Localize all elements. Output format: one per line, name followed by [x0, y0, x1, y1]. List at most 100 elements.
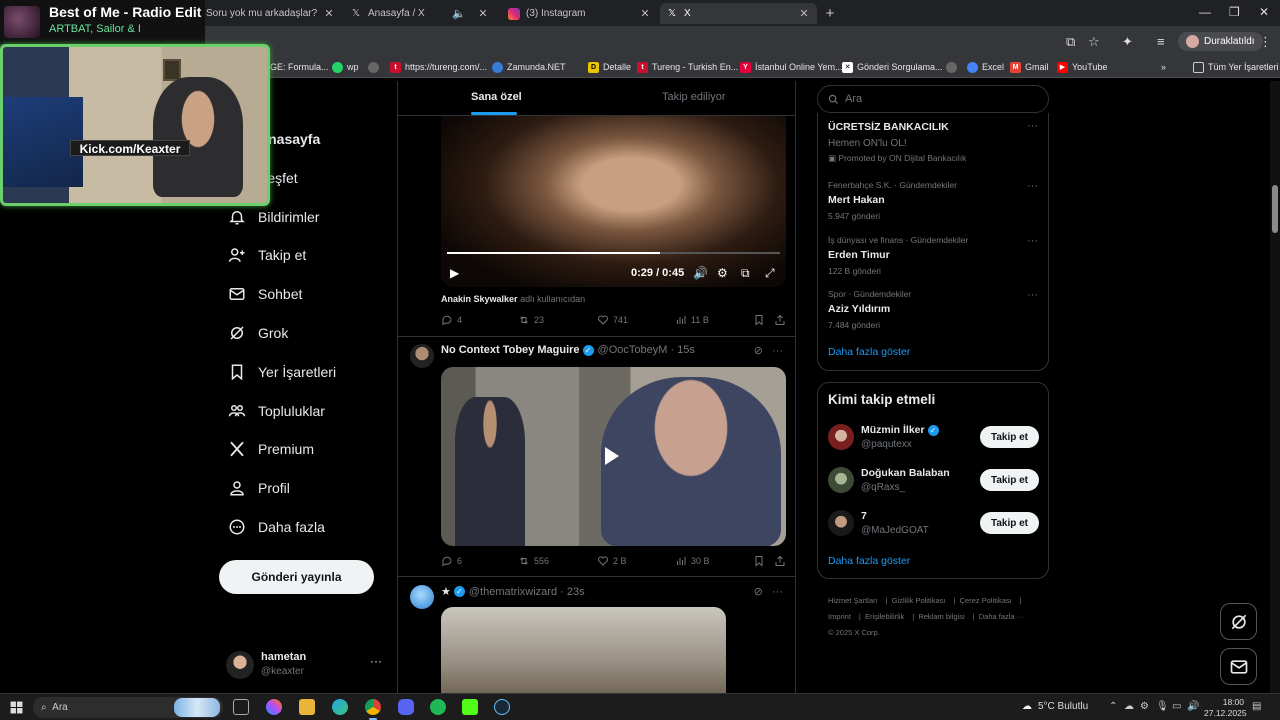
nav-follow[interactable]: Takip et [228, 243, 306, 267]
close-icon[interactable]: ✕ [476, 7, 490, 20]
speaker-icon[interactable]: 🔈 [452, 7, 466, 20]
bookmark-item[interactable] [368, 60, 383, 74]
copilot-icon[interactable] [266, 699, 282, 715]
tab-following[interactable]: Takip ediliyor [662, 91, 726, 103]
bookmark-item[interactable]: Y İstanbul Online Yem... [740, 60, 843, 74]
footer-link[interactable]: Gizlilik Politikası [892, 596, 946, 605]
page-scrollbar[interactable] [1270, 81, 1280, 693]
like-button[interactable]: 2 B [597, 555, 627, 567]
bookmark-item[interactable]: t https://tureng.com/... [390, 60, 487, 74]
more-icon[interactable]: ··· [772, 345, 783, 357]
weather-widget[interactable]: ☁ 5°C Bulutlu [1022, 701, 1088, 712]
close-icon[interactable]: ✕ [638, 7, 652, 20]
video-source[interactable]: Anakin Skywalker adlı kullanıcıdan [441, 294, 585, 304]
trend-item[interactable]: Spor · Gündemdekiler Aziz Yıldırım 7.484… [828, 289, 1038, 330]
reply-button[interactable]: 6 [441, 555, 462, 567]
share-button[interactable] [774, 555, 790, 567]
all-bookmarks[interactable]: Tüm Yer İşaretleri [1193, 60, 1279, 74]
reply-button[interactable]: 4 [441, 314, 462, 326]
install-app-icon[interactable]: ⧉ [1066, 34, 1075, 50]
footer-link[interactable]: Daha fazla ··· [979, 612, 1024, 621]
file-explorer-icon[interactable] [299, 699, 315, 715]
volume-icon[interactable]: 🔊 [1187, 701, 1199, 712]
nav-premium[interactable]: Premium [228, 437, 314, 461]
tab-kick[interactable]: Soru yok mu arkadaşlar? | Çağrı ✕ [200, 3, 342, 24]
bookmarks-overflow-icon[interactable]: » [1161, 60, 1166, 74]
footer-link[interactable]: Erişilebilirlik [865, 612, 904, 621]
nav-bookmarks[interactable]: Yer İşaretleri [228, 360, 336, 384]
bookmark-item[interactable]: wp [332, 60, 359, 74]
more-icon[interactable]: ··· [1027, 120, 1038, 132]
nav-grok[interactable]: Grok [228, 321, 288, 345]
trend-item[interactable]: Fenerbahçe S.K. · Gündemdekiler Mert Hak… [828, 180, 1038, 221]
bookmark-item[interactable]: Zamunda.NET [492, 60, 566, 74]
bookmark-item[interactable]: D Detalle [588, 60, 631, 74]
nav-notifications[interactable]: Bildirimler [228, 205, 319, 229]
nav-communities[interactable]: Topluluklar [228, 399, 325, 423]
avatar[interactable] [410, 585, 434, 609]
nav-profile[interactable]: Profil [228, 476, 290, 500]
bookmark-item[interactable]: ▶ YouTube [1057, 60, 1107, 74]
more-icon[interactable]: ··· [772, 586, 783, 598]
tab-for-you[interactable]: Sana özel [471, 91, 522, 103]
chevron-up-icon[interactable]: ⌃ [1109, 701, 1117, 712]
search-box[interactable] [817, 85, 1049, 113]
tray-app-icon[interactable]: ☁ [1124, 701, 1134, 712]
show-more-trends[interactable]: Daha fazla göster [828, 346, 910, 358]
avatar[interactable] [410, 344, 434, 368]
promoted-trend[interactable]: ÜCRETSİZ BANKACILIK Hemen ON'lu OL! ▣ Pr… [828, 121, 1038, 164]
footer-link[interactable]: Çerez Politikası [960, 596, 1012, 605]
repost-button[interactable]: 556 [518, 555, 549, 567]
new-tab-button[interactable]: + [822, 5, 838, 22]
minimize-icon[interactable]: — [1199, 5, 1211, 19]
repost-button[interactable]: 23 [518, 314, 544, 326]
play-icon[interactable] [605, 447, 619, 465]
bookmark-button[interactable] [753, 555, 769, 567]
scrollbar-thumb[interactable] [1272, 185, 1278, 233]
nav-more[interactable]: Daha fazla [228, 515, 325, 539]
tab-instagram[interactable]: (3) Instagram ✕ [502, 3, 658, 24]
footer-link[interactable]: Reklam bilgisi [918, 612, 964, 621]
views-button[interactable]: 30 B [675, 555, 710, 567]
fullscreen-icon[interactable]: ⤢ [765, 266, 775, 281]
like-button[interactable]: 741 [597, 314, 628, 326]
restore-icon[interactable]: ❐ [1229, 5, 1240, 19]
messages-fab[interactable] [1220, 648, 1257, 685]
nav-messages[interactable]: Sohbet [228, 282, 302, 306]
follow-button[interactable]: Takip et [980, 426, 1039, 448]
profile-button[interactable]: Duraklatıldı [1178, 32, 1263, 51]
windows-start-icon[interactable] [10, 701, 23, 714]
close-icon[interactable]: ✕ [797, 7, 811, 20]
tab-x-active[interactable]: 𝕏 X ✕ [660, 3, 817, 24]
post-button[interactable]: Gönderi yayınla [219, 560, 374, 594]
system-clock[interactable]: 18:00 27.12.2025 [1204, 697, 1247, 719]
post-image[interactable] [441, 607, 726, 693]
steam-icon[interactable] [494, 699, 510, 715]
more-icon[interactable]: ··· [1027, 289, 1038, 301]
trend-item[interactable]: İş dünyası ve finans · Gündemdekiler Erd… [828, 235, 1038, 276]
bookmark-item[interactable]: ✕ Gönderi Sorgulama... [842, 60, 943, 74]
follow-suggestion[interactable]: Doğukan Balaban @qRaxs_ Takip et [828, 465, 1040, 495]
kick-icon[interactable] [462, 699, 478, 715]
microphone-icon[interactable]: 🎙 [1156, 701, 1169, 712]
video-thumbnail[interactable] [441, 367, 786, 546]
video-player[interactable]: ▶ 0:29 / 0:45 🔊 ⚙ ⧉ ⤢ [441, 116, 786, 287]
grok-fab[interactable] [1220, 603, 1257, 640]
notification-icon[interactable]: ▤ [1252, 701, 1261, 712]
extensions-icon[interactable]: ✦ [1122, 34, 1133, 50]
more-icon[interactable]: ··· [370, 654, 382, 668]
follow-button[interactable]: Takip et [980, 512, 1039, 534]
star-icon[interactable]: ☆ [1088, 34, 1100, 50]
share-button[interactable] [774, 314, 790, 326]
bookmark-item[interactable] [946, 60, 961, 74]
follow-button[interactable]: Takip et [980, 469, 1039, 491]
grok-icon[interactable]: ⊘ [754, 345, 763, 357]
tray-app-icon[interactable]: ⚙ [1140, 701, 1149, 712]
network-icon[interactable]: ▭ [1172, 701, 1181, 712]
footer-link[interactable]: Imprint [828, 612, 851, 621]
account-switcher[interactable]: hametan @keaxter ··· [226, 648, 386, 682]
follow-suggestion[interactable]: Müzmin İlker ✓ @paqutexx Takip et [828, 422, 1040, 452]
bookmark-button[interactable] [753, 314, 769, 326]
window-close-icon[interactable]: ✕ [1259, 5, 1269, 19]
search-input[interactable] [845, 93, 1025, 105]
